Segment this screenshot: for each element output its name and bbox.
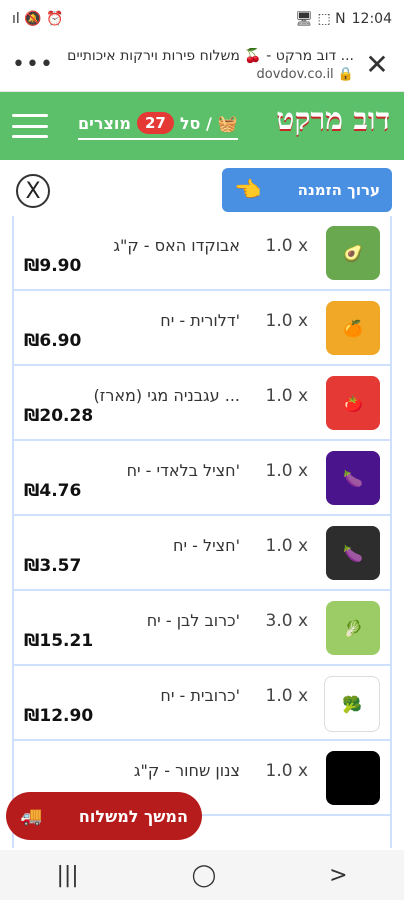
avocado-icon: 🥑: [326, 226, 380, 280]
more-vert-icon[interactable]: •••: [12, 52, 53, 77]
item-qty: 1.0 x: [265, 236, 309, 256]
pointing-hand-icon: 👈: [234, 177, 262, 203]
status-left: ıl 🔕 ⏰: [12, 11, 64, 27]
back-icon[interactable]: >: [329, 863, 347, 888]
cart-row[interactable]: 🥬 3.0 x כרוב לבן - יח' ₪15.21: [14, 591, 390, 666]
domain-text: dovdov.co.il: [256, 66, 334, 82]
status-icons-right: 🖥 ⬚ N: [295, 11, 346, 27]
site-logo[interactable]: דוב מרקט: [276, 102, 390, 137]
item-qty: 1.0 x: [265, 686, 309, 706]
cart-row[interactable]: 🥦 1.0 x כרובית - יח' ₪12.90: [14, 666, 390, 741]
cart-prefix: סל /: [179, 113, 212, 133]
item-qty: 1.0 x: [265, 461, 309, 481]
eggplant-icon: 🍆: [326, 526, 380, 580]
recent-apps-icon[interactable]: |||: [56, 863, 78, 888]
cabbage-icon: 🥬: [326, 601, 380, 655]
cart-link[interactable]: מוצרים 27 סל / 🧺: [78, 112, 238, 140]
item-name: כרוב לבן - יח': [146, 611, 240, 630]
status-right: 🖥 ⬚ N 12:04: [295, 11, 392, 27]
status-bar: ıl 🔕 ⏰ 🖥 ⬚ N 12:04: [0, 0, 404, 38]
item-name: אבוקדו האס - ק"ג: [113, 236, 240, 255]
tomato-icon: 🍅: [326, 376, 380, 430]
hamburger-menu-icon[interactable]: [12, 114, 48, 138]
item-qty: 1.0 x: [265, 761, 309, 781]
item-name: כרובית - יח': [160, 686, 240, 705]
status-time: 12:04: [351, 11, 392, 27]
item-price: ₪9.90: [24, 256, 82, 276]
truck-icon: 🚚: [20, 805, 43, 827]
cart-suffix: מוצרים: [78, 113, 131, 133]
close-icon[interactable]: ✕: [362, 48, 392, 81]
edit-order-button[interactable]: 👈 ערוך הזמנה: [222, 168, 392, 212]
item-price: ₪15.21: [24, 631, 94, 651]
papaya-icon: 🍊: [326, 301, 380, 355]
item-price: ₪20.28: [24, 406, 94, 426]
cart-row[interactable]: 🥑 1.0 x אבוקדו האס - ק"ג ₪9.90: [14, 216, 390, 291]
cart-row[interactable]: 🍆 1.0 x חציל בלאדי - יח' ₪4.76: [14, 441, 390, 516]
continue-label: המשך למשלוח: [78, 806, 188, 826]
close-cart-button[interactable]: X: [16, 174, 50, 208]
black-radish-icon: ⚫: [326, 751, 380, 805]
item-qty: 1.0 x: [265, 536, 309, 556]
continue-to-delivery-button[interactable]: 🚚 המשך למשלוח: [6, 792, 202, 840]
site-header: מוצרים 27 סל / 🧺 דוב מרקט: [0, 92, 404, 160]
cart-row[interactable]: 🍅 1.0 x עגבניה מגי (מארז) ... ₪20.28: [14, 366, 390, 441]
cart-row[interactable]: 🍆 1.0 x חציל - יח' ₪3.57: [14, 516, 390, 591]
status-icons-left: ıl 🔕 ⏰: [12, 11, 64, 27]
item-qty: 3.0 x: [265, 611, 309, 631]
item-price: ₪3.57: [24, 556, 82, 576]
item-price: ₪12.90: [24, 706, 94, 726]
cart-row[interactable]: 🍊 1.0 x דלורית - יח' ₪6.90: [14, 291, 390, 366]
close-symbol: X: [25, 178, 41, 204]
page-title: דוב מרקט - 🍒 משלוח פירות וירקות איכותיים…: [67, 47, 354, 64]
item-name: עגבניה מגי (מארז) ...: [93, 386, 240, 405]
browser-url-bar: ••• דוב מרקט - 🍒 משלוח פירות וירקות איכו…: [0, 38, 404, 92]
item-name: חציל - יח': [173, 536, 240, 555]
item-name: דלורית - יח': [160, 311, 240, 330]
item-name: צנון שחור - ק"ג: [133, 761, 240, 780]
cart-actions: X 👈 ערוך הזמנה: [0, 160, 404, 216]
item-qty: 1.0 x: [265, 311, 309, 331]
home-icon[interactable]: ◯: [192, 863, 217, 888]
eggplant-icon: 🍆: [326, 451, 380, 505]
cauliflower-icon: 🥦: [324, 676, 380, 732]
item-qty: 1.0 x: [265, 386, 309, 406]
android-nav-bar: ||| ◯ >: [0, 850, 404, 900]
url-text[interactable]: דוב מרקט - 🍒 משלוח פירות וירקות איכותיים…: [42, 48, 362, 82]
item-name: חציל בלאדי - יח': [126, 461, 240, 480]
url-domain: dovdov.co.il 🔒: [256, 66, 354, 82]
cart-icon: 🧺: [217, 113, 238, 133]
cart-count: 27: [137, 112, 174, 134]
edit-order-label: ערוך הזמנה: [297, 181, 380, 199]
item-price: ₪4.76: [24, 481, 82, 501]
item-price: ₪6.90: [24, 331, 82, 351]
cart-item-list: 🥑 1.0 x אבוקדו האס - ק"ג ₪9.90 🍊 1.0 x ד…: [12, 216, 392, 848]
